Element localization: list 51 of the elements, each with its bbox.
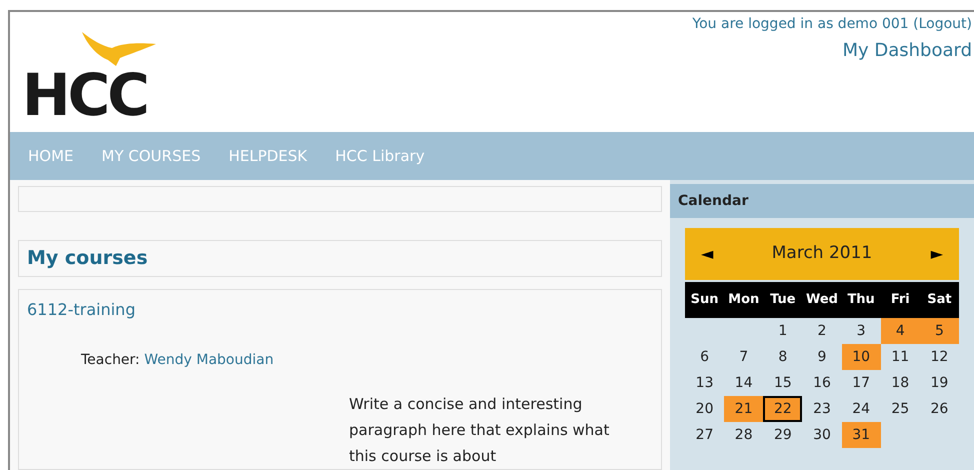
calendar-day[interactable]: 23: [802, 396, 842, 422]
calendar-day[interactable]: 11: [880, 344, 920, 370]
calendar-day[interactable]: 31: [842, 422, 881, 448]
calendar-title: Calendar: [678, 192, 748, 210]
calendar-day[interactable]: 18: [880, 370, 920, 396]
calendar-day[interactable]: 15: [763, 370, 802, 396]
login-status: You are logged in as demo 001: [692, 16, 910, 32]
teacher-link[interactable]: Wendy Maboudian: [144, 352, 274, 368]
calendar-day[interactable]: 28: [724, 422, 764, 448]
calendar-day[interactable]: 17: [842, 370, 881, 396]
calendar-day[interactable]: 26: [920, 396, 959, 422]
calendar-day[interactable]: 30: [802, 422, 842, 448]
prev-month-button[interactable]: ◄: [701, 242, 714, 266]
calendar-day[interactable]: 13: [685, 370, 724, 396]
weekday-label: Thu: [846, 291, 876, 310]
calendar-day[interactable]: 27: [685, 422, 724, 448]
calendar-day[interactable]: 14: [724, 370, 764, 396]
calendar-day[interactable]: 25: [880, 396, 920, 422]
next-month-button[interactable]: ►: [930, 242, 943, 266]
calendar-day[interactable]: 1: [763, 318, 802, 344]
weekday-label: Sat: [926, 291, 953, 310]
calendar-day[interactable]: 16: [802, 370, 842, 396]
logo[interactable]: HCC: [22, 66, 147, 124]
calendar-day[interactable]: 29: [763, 422, 802, 448]
calendar-day[interactable]: 22: [763, 396, 802, 422]
calendar-day[interactable]: 20: [685, 396, 724, 422]
calendar-day[interactable]: 3: [842, 318, 881, 344]
course-summary: Write a concise and interesting paragraph here that explains what this course is about: [349, 394, 610, 467]
dashboard-link[interactable]: My Dashboard: [842, 37, 972, 64]
calendar-day[interactable]: 7: [724, 344, 764, 370]
weekday-label: Sun: [690, 291, 720, 310]
calendar-day[interactable]: 19: [920, 370, 959, 396]
section-title: My courses: [27, 246, 148, 272]
calendar-day[interactable]: 21: [724, 396, 764, 422]
course-link[interactable]: 6112-training: [27, 300, 136, 319]
calendar-day[interactable]: 10: [842, 344, 881, 370]
calendar-day[interactable]: 8: [763, 344, 802, 370]
weekday-label: Wed: [804, 291, 839, 310]
weekday-label: Tue: [769, 291, 797, 310]
teacher-label: Teacher:: [81, 352, 141, 368]
weekday-label: Fri: [890, 291, 911, 310]
calendar-day[interactable]: 12: [920, 344, 959, 370]
calendar-day[interactable]: 9: [802, 344, 842, 370]
calendar-day[interactable]: 6: [685, 344, 724, 370]
calendar-day[interactable]: 24: [842, 396, 881, 422]
weekday-label: Mon: [727, 291, 760, 310]
logout-link[interactable]: (Logout): [913, 16, 972, 32]
calendar-day[interactable]: 2: [802, 318, 842, 344]
calendar-day[interactable]: 4: [880, 318, 920, 344]
calendar-day[interactable]: 5: [920, 318, 959, 344]
month-title: March 2011: [772, 242, 872, 266]
